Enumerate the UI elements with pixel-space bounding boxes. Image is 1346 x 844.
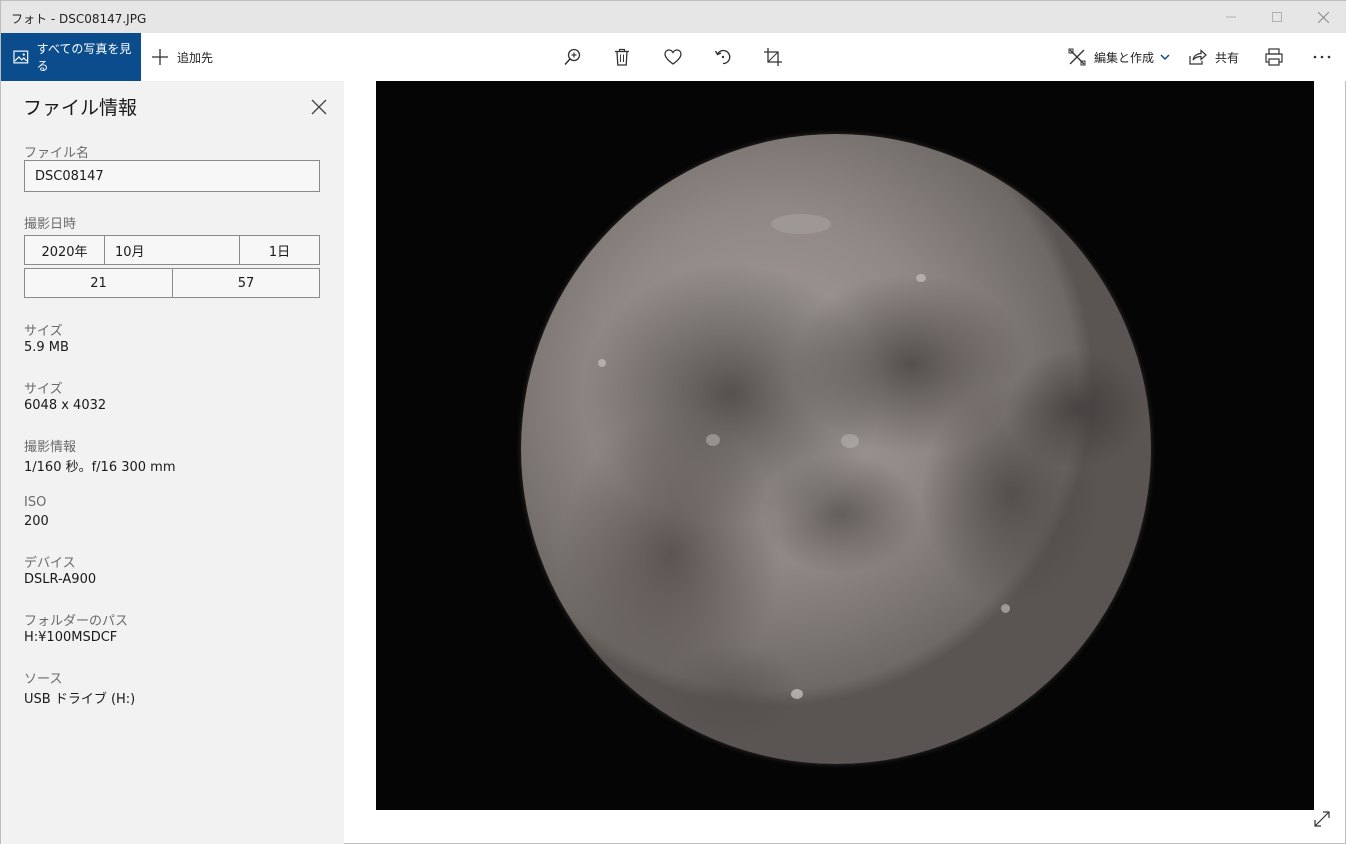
minimize-button[interactable]: [1208, 1, 1254, 33]
time-picker[interactable]: 21 57: [24, 268, 320, 298]
add-to-button[interactable]: 追加先: [151, 33, 213, 81]
zoom-button[interactable]: [561, 45, 585, 69]
hour-field[interactable]: 21: [25, 269, 173, 297]
heart-icon: [664, 49, 682, 65]
device-value: DSLR-A900: [24, 572, 97, 587]
trash-icon: [615, 48, 629, 66]
minute-field[interactable]: 57: [173, 269, 319, 297]
rotate-icon: [714, 49, 731, 65]
share-label: 共有: [1215, 50, 1240, 65]
edit-create-button[interactable]: 編集と作成: [1068, 33, 1170, 81]
dimensions-label: サイズ: [24, 382, 63, 397]
see-all-photos-label: すべての写真を見る: [36, 42, 132, 73]
file-name-label: ファイル名: [24, 146, 90, 161]
day-field[interactable]: 1日: [240, 236, 319, 264]
close-icon: [1317, 11, 1329, 23]
source-label: ソース: [24, 672, 63, 687]
more-icon: [1313, 55, 1331, 59]
chevron-down-icon: [1160, 54, 1170, 61]
delete-button[interactable]: [610, 45, 634, 69]
share-button[interactable]: 共有: [1189, 33, 1239, 81]
more-options-button[interactable]: [1310, 45, 1334, 69]
iso-label: ISO: [24, 495, 47, 510]
file-size-label: サイズ: [24, 324, 63, 339]
printer-icon: [1265, 48, 1283, 66]
rotate-button[interactable]: [711, 45, 735, 69]
date-picker[interactable]: 2020年 10月 1日: [24, 235, 320, 265]
folder-path-label: フォルダーのパス: [24, 614, 129, 629]
edit-create-label: 編集と作成: [1094, 50, 1155, 65]
expand-icon: [1314, 811, 1330, 827]
file-info-panel: ファイル情報 ファイル名 DSC08147 撮影日時 2020年 10月 1日 …: [1, 81, 344, 844]
edit-create-icon: [1068, 48, 1086, 66]
camera-info-value: 1/160 秒。f/16 300 mm: [24, 460, 176, 475]
date-taken-label: 撮影日時: [24, 217, 77, 232]
dimensions-value: 6048 x 4032: [24, 398, 107, 413]
year-field[interactable]: 2020年: [25, 236, 105, 264]
iso-value: 200: [24, 514, 49, 529]
photo-icon: [13, 50, 29, 64]
month-field[interactable]: 10月: [105, 236, 240, 264]
moon-image: [521, 134, 1151, 764]
photos-app-window: フォト - DSC08147.JPG すべての写真を見る 追加先 編集と作成 共…: [0, 0, 1346, 844]
command-bar: すべての写真を見る 追加先 編集と作成 共有: [1, 33, 1346, 81]
file-size-value: 5.9 MB: [24, 340, 69, 355]
favorite-button[interactable]: [661, 45, 685, 69]
title-bar: フォト - DSC08147.JPG: [1, 1, 1346, 33]
source-value: USB ドライブ (H:): [24, 692, 136, 707]
crop-icon: [764, 48, 782, 66]
print-button[interactable]: [1262, 45, 1286, 69]
add-to-label: 追加先: [177, 50, 214, 65]
file-info-heading: ファイル情報: [23, 97, 138, 119]
plus-icon: [152, 49, 168, 65]
close-window-button[interactable]: [1300, 1, 1346, 33]
full-screen-button[interactable]: [1310, 807, 1334, 831]
zoom-in-icon: [564, 48, 581, 66]
share-icon: [1189, 49, 1207, 65]
maximize-icon: [1272, 12, 1282, 22]
close-panel-button[interactable]: [307, 95, 331, 119]
crop-button[interactable]: [761, 45, 785, 69]
photo-view[interactable]: [376, 81, 1314, 810]
file-name-field[interactable]: DSC08147: [24, 160, 320, 192]
minimize-icon: [1226, 16, 1236, 18]
close-icon: [311, 99, 327, 115]
window-title: フォト - DSC08147.JPG: [11, 12, 147, 26]
folder-path-value: H:¥100MSDCF: [24, 630, 118, 645]
camera-info-label: 撮影情報: [24, 440, 77, 455]
see-all-photos-button[interactable]: すべての写真を見る: [1, 33, 141, 81]
maximize-button[interactable]: [1254, 1, 1300, 33]
device-label: デバイス: [24, 556, 76, 571]
